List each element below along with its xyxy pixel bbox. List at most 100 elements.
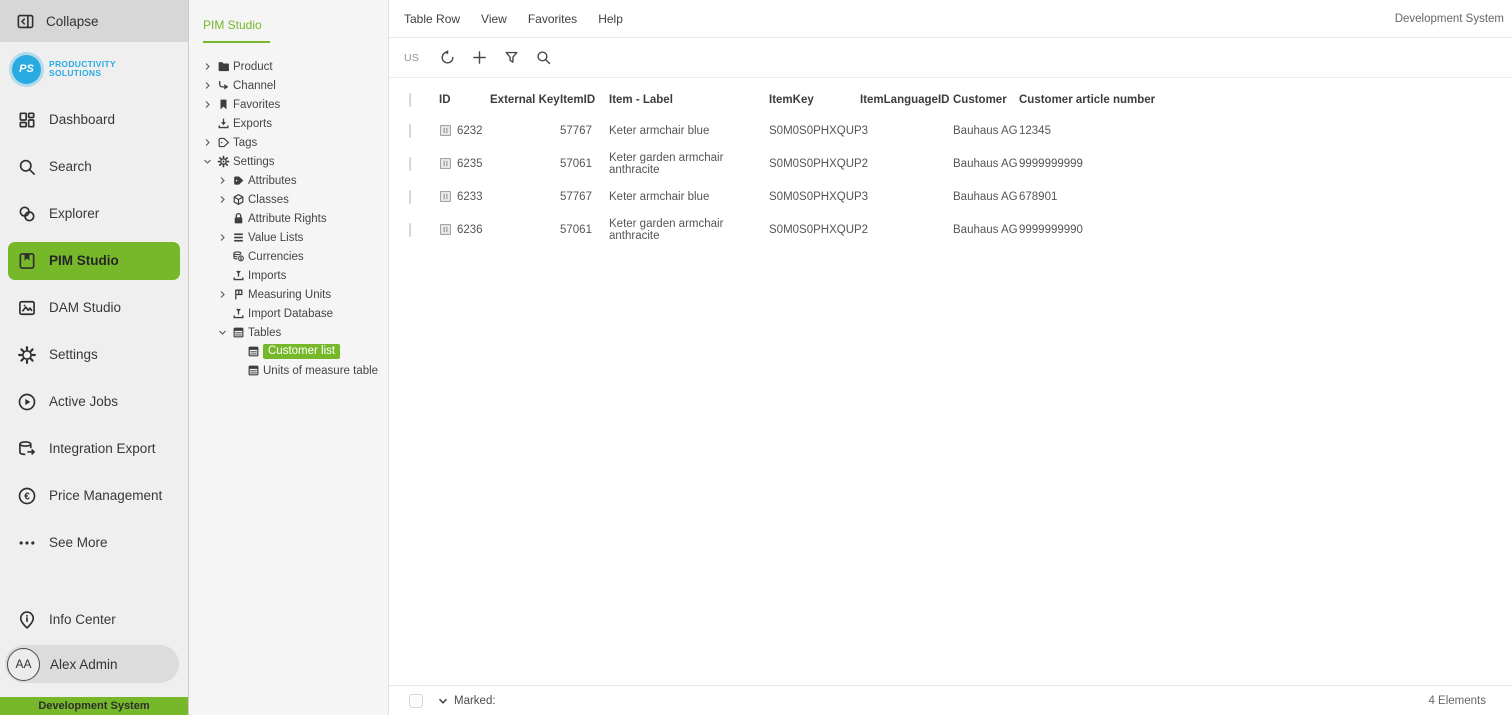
- menu-item-favorites[interactable]: Favorites: [528, 12, 577, 26]
- column-header-item-label[interactable]: Item - Label: [609, 94, 769, 106]
- collapse-icon: [16, 12, 35, 31]
- sidebar-item-dam-studio[interactable]: DAM Studio: [0, 284, 188, 331]
- column-header-customer[interactable]: Customer: [953, 94, 1019, 106]
- column-header-itemkey[interactable]: ItemKey: [769, 94, 860, 106]
- tree-item-label-selected: Customer list: [263, 344, 340, 359]
- main-area: Table Row View Favorites Help Developmen…: [389, 0, 1512, 715]
- sidebar-item-price-management[interactable]: € Price Management: [0, 472, 188, 519]
- filter-icon: [503, 49, 520, 66]
- cell-itemid: 57767: [560, 125, 609, 137]
- row-checkbox[interactable]: [409, 190, 411, 204]
- menu-item-help[interactable]: Help: [598, 12, 623, 26]
- table-row[interactable]: 6232 57767 Keter armchair blue S0M0S0PHX…: [389, 114, 1512, 147]
- table-row[interactable]: 6235 57061 Keter garden armchair anthrac…: [389, 147, 1512, 180]
- tree-item-customer-list[interactable]: Customer list: [189, 342, 388, 361]
- sidebar-item-dashboard[interactable]: Dashboard: [0, 96, 188, 143]
- cell-itemid: 57061: [560, 224, 609, 236]
- sidebar-spacer: [0, 566, 188, 596]
- ellipsis-icon: [17, 533, 37, 553]
- tree-item-settings[interactable]: Settings: [189, 152, 388, 171]
- tree-item-favorites[interactable]: Favorites: [189, 95, 388, 114]
- chevron-down-icon[interactable]: [218, 327, 232, 339]
- chevron-right-icon[interactable]: [218, 289, 232, 301]
- tree-panel-title: PIM Studio: [203, 18, 262, 32]
- cell-item-label: Keter garden armchair anthracite: [609, 152, 769, 176]
- chevron-right-icon[interactable]: [218, 232, 232, 244]
- tree: Product Channel Favorites Exports Ta: [189, 57, 388, 380]
- tree-item-value-lists[interactable]: Value Lists: [189, 228, 388, 247]
- chevron-placeholder: [218, 308, 232, 320]
- sidebar-item-info-center[interactable]: Info Center: [0, 596, 188, 643]
- table-row[interactable]: 6236 57061 Keter garden armchair anthrac…: [389, 213, 1512, 246]
- chevron-right-icon[interactable]: [203, 61, 217, 73]
- search-button[interactable]: [530, 45, 556, 71]
- sidebar-item-label: Search: [49, 159, 92, 174]
- sidebar-item-pim-studio[interactable]: PIM Studio: [8, 242, 180, 280]
- chevron-right-icon[interactable]: [218, 175, 232, 187]
- chevron-right-icon[interactable]: [203, 137, 217, 149]
- table-row-icon: [439, 124, 452, 137]
- tree-item-product[interactable]: Product: [189, 57, 388, 76]
- row-checkbox[interactable]: [409, 223, 411, 237]
- tree-item-measuring-units[interactable]: Measuring Units: [189, 285, 388, 304]
- menu-item-view[interactable]: View: [481, 12, 507, 26]
- chevron-placeholder: [218, 270, 232, 282]
- tree-item-tables[interactable]: Tables: [189, 323, 388, 342]
- tree-item-import-database[interactable]: Import Database: [189, 304, 388, 323]
- sidebar-item-see-more[interactable]: See More: [0, 519, 188, 566]
- chevron-placeholder: [203, 118, 217, 130]
- tree-item-units-of-measure-table[interactable]: Units of measure table: [189, 361, 388, 380]
- table-icon: [232, 326, 248, 339]
- sidebar-item-label: PIM Studio: [49, 253, 119, 268]
- tree-item-classes[interactable]: Classes: [189, 190, 388, 209]
- user-menu[interactable]: AA Alex Admin: [5, 645, 179, 683]
- column-header-itemlanguageid[interactable]: ItemLanguageID: [860, 94, 953, 106]
- chevron-down-icon[interactable]: [203, 156, 217, 168]
- column-header-external-key[interactable]: External Key: [490, 94, 560, 106]
- sidebar-item-integration-export[interactable]: Integration Export: [0, 425, 188, 472]
- select-all-checkbox[interactable]: [409, 93, 411, 107]
- sidebar-item-label: Info Center: [49, 612, 116, 627]
- gear-icon: [217, 155, 233, 168]
- sidebar-item-label: Dashboard: [49, 112, 115, 127]
- sidebar-item-search[interactable]: Search: [0, 143, 188, 190]
- cell-item-label: Keter armchair blue: [609, 125, 769, 137]
- refresh-button[interactable]: [434, 45, 460, 71]
- table-row[interactable]: 6233 57767 Keter armchair blue S0M0S0PHX…: [389, 180, 1512, 213]
- column-header-itemid[interactable]: ItemID: [560, 94, 609, 106]
- language-selector[interactable]: US: [404, 52, 419, 64]
- tree-item-label: Attribute Rights: [248, 213, 327, 225]
- column-header-customer-article-number[interactable]: Customer article number: [1019, 94, 1219, 106]
- column-header-id[interactable]: ID: [439, 94, 490, 106]
- row-checkbox[interactable]: [409, 124, 411, 138]
- table-icon: [247, 364, 263, 377]
- user-name: Alex Admin: [50, 657, 118, 672]
- environment-bar: Development System: [0, 697, 188, 715]
- tree-item-label: Tags: [233, 137, 257, 149]
- tree-item-exports[interactable]: Exports: [189, 114, 388, 133]
- cell-itemkey: S0M0S0PHXQUP3: [769, 125, 860, 137]
- chevron-right-icon[interactable]: [203, 80, 217, 92]
- tree-item-channel[interactable]: Channel: [189, 76, 388, 95]
- table-row-icon: [439, 223, 452, 236]
- cell-itemid: 57061: [560, 158, 609, 170]
- chevron-right-icon[interactable]: [218, 194, 232, 206]
- table-header-row: ID External Key ItemID Item - Label Item…: [389, 86, 1512, 114]
- row-checkbox[interactable]: [409, 157, 411, 171]
- chevron-right-icon[interactable]: [203, 99, 217, 111]
- sidebar-item-explorer[interactable]: Explorer: [0, 190, 188, 237]
- sidebar-item-settings[interactable]: Settings: [0, 331, 188, 378]
- chevron-down-icon[interactable]: [436, 694, 450, 708]
- menu-item-table-row[interactable]: Table Row: [404, 12, 460, 26]
- tree-item-currencies[interactable]: $ Currencies: [189, 247, 388, 266]
- filter-button[interactable]: [498, 45, 524, 71]
- collapse-button[interactable]: Collapse: [0, 0, 188, 42]
- marked-checkbox[interactable]: [409, 694, 423, 708]
- tree-item-attribute-rights[interactable]: Attribute Rights: [189, 209, 388, 228]
- add-button[interactable]: [466, 45, 492, 71]
- pim-studio-book-icon: [17, 251, 37, 271]
- tree-item-tags[interactable]: Tags: [189, 133, 388, 152]
- tree-item-imports[interactable]: Imports: [189, 266, 388, 285]
- tree-item-attributes[interactable]: Attributes: [189, 171, 388, 190]
- sidebar-item-active-jobs[interactable]: Active Jobs: [0, 378, 188, 425]
